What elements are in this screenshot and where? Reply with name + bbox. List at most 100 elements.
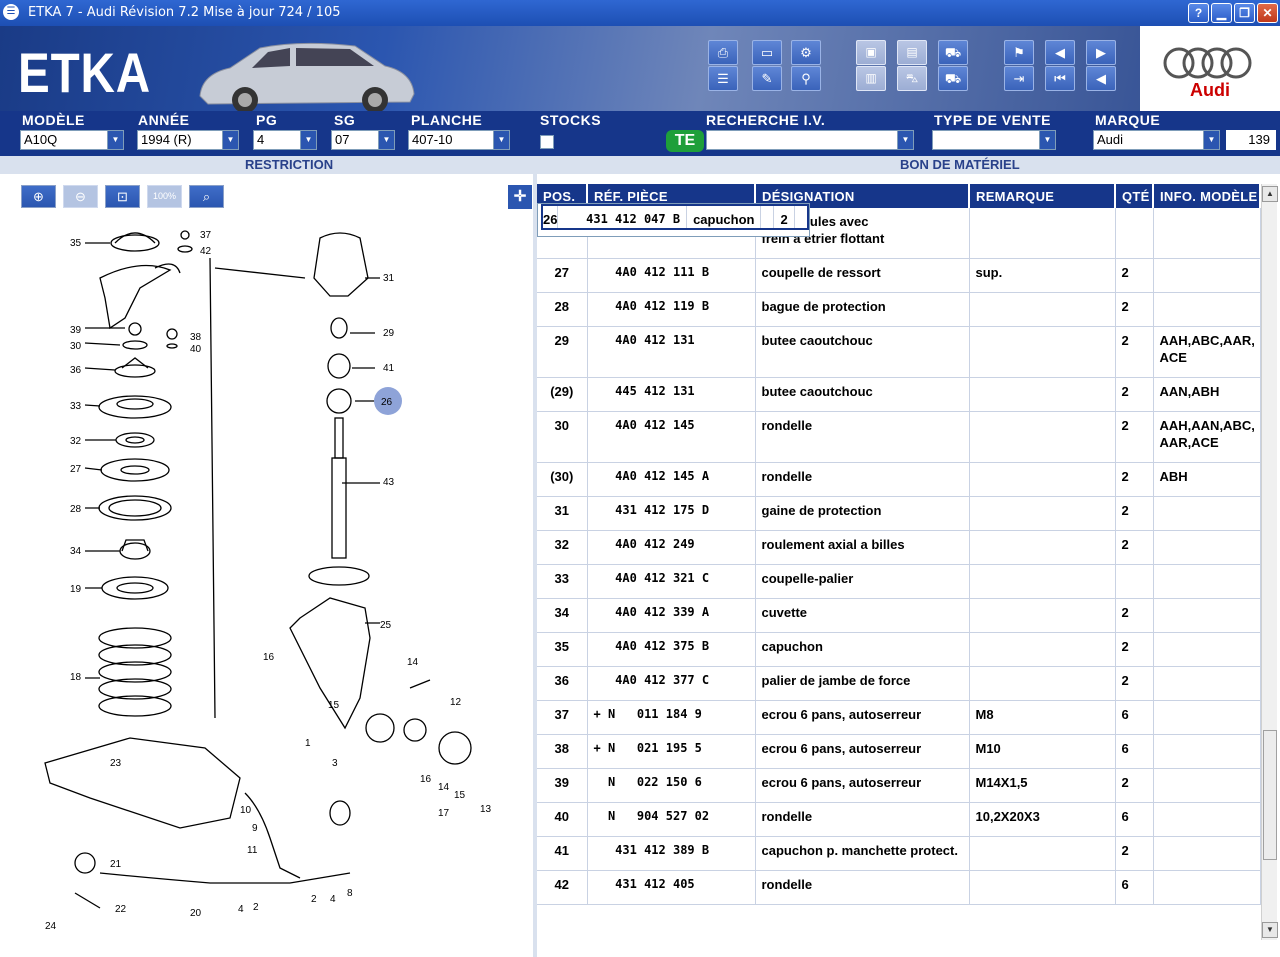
svg-text:14: 14 — [438, 782, 450, 793]
cell-qty: 2 — [1115, 768, 1154, 803]
app-menu-icon[interactable]: ☰ — [3, 4, 19, 20]
table-row[interactable]: 41 431 412 389 Bcapuchon p. manchette pr… — [537, 836, 1261, 871]
cell-model-info — [1153, 700, 1261, 735]
prev-page-icon[interactable]: ◀ — [1045, 40, 1075, 65]
table-row[interactable]: 42 431 412 405 rondelle 6 — [537, 870, 1261, 905]
table-row[interactable]: 27 4A0 412 111 Bcoupelle de ressort sup. 2 — [537, 258, 1261, 293]
chevron-down-icon[interactable]: ▼ — [107, 131, 123, 149]
table-row[interactable]: 29 4A0 412 131 butee caoutchouc 2 AAH,ABC,A… — [537, 326, 1261, 378]
sg-value: 07 — [335, 132, 350, 147]
zoom-area-button[interactable]: ⊡ — [105, 185, 140, 208]
svg-text:2: 2 — [253, 902, 259, 913]
table-row[interactable]: 39 N 022 150 6 ecrou 6 pans, autoserreur M… — [537, 768, 1261, 803]
search-button[interactable]: ⌕ — [189, 185, 224, 208]
table-row[interactable]: 28 4A0 412 119 Bbague de protection 2 — [537, 292, 1261, 327]
table-row[interactable]: 32 4A0 412 249 roulement axial a billes 2 — [537, 530, 1261, 565]
vehicle-icon[interactable]: ⛍ — [897, 66, 927, 91]
chevron-down-icon[interactable]: ▼ — [1203, 131, 1219, 149]
print-icon[interactable]: ⎙ — [708, 40, 738, 65]
svg-text:14: 14 — [407, 657, 419, 668]
sale-type-select[interactable]: ▼ — [932, 130, 1056, 150]
chevron-down-icon[interactable]: ▼ — [222, 131, 238, 149]
table-row[interactable]: 38 + N 021 195 5 ecrou 6 pans, autoserreur… — [537, 734, 1261, 769]
table-row[interactable]: 30 4A0 412 145 rondelle 2 AAH,AAN,ABC, AAR,… — [537, 411, 1261, 463]
pin-icon[interactable]: ⚑ — [1004, 40, 1034, 65]
zoom-out-button[interactable]: ⊖ — [63, 185, 98, 208]
brand-select[interactable]: Audi ▼ — [1093, 130, 1220, 150]
col-model-info[interactable]: INFO. MODÈLE — [1153, 184, 1261, 208]
next-page-icon[interactable]: ▶ — [1086, 40, 1116, 65]
svg-text:19: 19 — [70, 584, 82, 595]
table-row[interactable]: 34 4A0 412 339 Acuvette 2 — [537, 598, 1261, 633]
col-remark[interactable]: REMARQUE — [969, 184, 1116, 208]
search-select[interactable]: ▼ — [706, 130, 914, 150]
elsa-icon[interactable]: ▣ — [856, 40, 886, 65]
year-select[interactable]: 1994 (R) ▼ — [137, 130, 239, 150]
table-row[interactable]: 31 431 412 175 Dgaine de protection 2 — [537, 496, 1261, 531]
minimize-button[interactable]: ▁ — [1211, 3, 1232, 23]
parts-icon[interactable]: ⚙ — [791, 40, 821, 65]
parts-diagram[interactable]: 353742 393830 40 36333227 28341918 312941… — [30, 218, 520, 938]
col-qty[interactable]: QTÉ — [1115, 184, 1154, 208]
table-row[interactable]: 36 4A0 412 377 Cpalier de jambe de force… — [537, 666, 1261, 701]
window-title: ETKA 7 - Audi Révision 7.2 Mise à jour 7… — [28, 5, 341, 20]
list-icon[interactable]: ☰ — [708, 66, 738, 91]
scroll-up-icon[interactable]: ▲ — [1262, 186, 1278, 202]
service-icon[interactable]: ⚲ — [791, 66, 821, 91]
table-row[interactable]: 40 N 904 527 02 rondelle 10,2X20X3 6 — [537, 802, 1261, 837]
svg-text:15: 15 — [328, 700, 340, 711]
table-row[interactable]: (30) 4A0 412 145 Arondelle 2 ABH — [537, 462, 1261, 497]
te-badge[interactable]: TE — [666, 130, 704, 152]
screen-icon[interactable]: ▭ — [752, 40, 782, 65]
cell-pos: 27 — [537, 258, 588, 293]
edit-icon[interactable]: ✎ — [752, 66, 782, 91]
scroll-thumb[interactable] — [1263, 730, 1277, 860]
sg-select[interactable]: 07 ▼ — [331, 130, 395, 150]
table-row[interactable]: 35 4A0 412 375 Bcapuchon 2 — [537, 632, 1261, 667]
table-row[interactable]: 26 431 412 047 Bcapuchon 2 — [537, 203, 810, 237]
stocks-checkbox[interactable] — [540, 135, 554, 149]
cell-ref: 4A0 412 111 B — [587, 258, 756, 293]
plate-select[interactable]: 407-10 ▼ — [408, 130, 510, 150]
cell-remark: M8 — [969, 700, 1116, 735]
zoom-100-button[interactable]: 100% — [147, 185, 182, 208]
chevron-down-icon[interactable]: ▼ — [300, 131, 316, 149]
brand-value: Audi — [1097, 132, 1124, 147]
svg-text:29: 29 — [383, 328, 395, 339]
cell-designation: capuchon — [686, 204, 762, 230]
close-button[interactable]: ✕ — [1257, 3, 1278, 23]
result-count: 139 — [1226, 130, 1276, 150]
scroll-down-icon[interactable]: ▼ — [1262, 922, 1278, 938]
maximize-button[interactable]: ❐ — [1234, 3, 1255, 23]
cart-icon[interactable]: ⛟ — [938, 66, 968, 91]
cell-designation: butee caoutchouc — [755, 377, 970, 412]
chevron-down-icon[interactable]: ▼ — [378, 131, 394, 149]
cell-remark — [760, 204, 775, 230]
depot-icon[interactable]: ▤ — [897, 40, 927, 65]
cart-multi-icon[interactable]: ⛟ — [938, 40, 968, 65]
chevron-down-icon[interactable]: ▼ — [493, 131, 509, 149]
svg-text:3: 3 — [332, 758, 338, 769]
cell-designation: gaine de protection — [755, 496, 970, 531]
chevron-down-icon[interactable]: ▼ — [1039, 131, 1055, 149]
cell-designation: rondelle — [755, 870, 970, 905]
vertical-scrollbar[interactable]: ▲ ▼ — [1261, 184, 1278, 940]
cell-remark — [969, 632, 1116, 667]
first-icon[interactable]: ⏮ — [1045, 66, 1075, 91]
help-button[interactable]: ? — [1188, 3, 1209, 23]
zoom-in-button[interactable]: ⊕ — [21, 185, 56, 208]
cell-ref: 431 412 175 D — [587, 496, 756, 531]
table-row[interactable]: 37 + N 011 184 9 ecrou 6 pans, autoserreur… — [537, 700, 1261, 735]
svg-text:40: 40 — [190, 344, 202, 355]
table-row[interactable]: 33 4A0 412 321 Ccoupelle-palier — [537, 564, 1261, 599]
jump-icon[interactable]: ⇥ — [1004, 66, 1034, 91]
model-select[interactable]: A10Q ▼ — [20, 130, 124, 150]
back-icon[interactable]: ◀ — [1086, 66, 1116, 91]
cell-remark — [969, 870, 1116, 905]
expand-icon[interactable]: ✛ — [508, 185, 532, 209]
chevron-down-icon[interactable]: ▼ — [897, 131, 913, 149]
table-row[interactable]: (29) 445 412 131 butee caoutchouc 2 AAN,ABH — [537, 377, 1261, 412]
svg-text:16: 16 — [420, 774, 432, 785]
pg-select[interactable]: 4 ▼ — [253, 130, 317, 150]
computer-icon[interactable]: ▥ — [856, 66, 886, 91]
